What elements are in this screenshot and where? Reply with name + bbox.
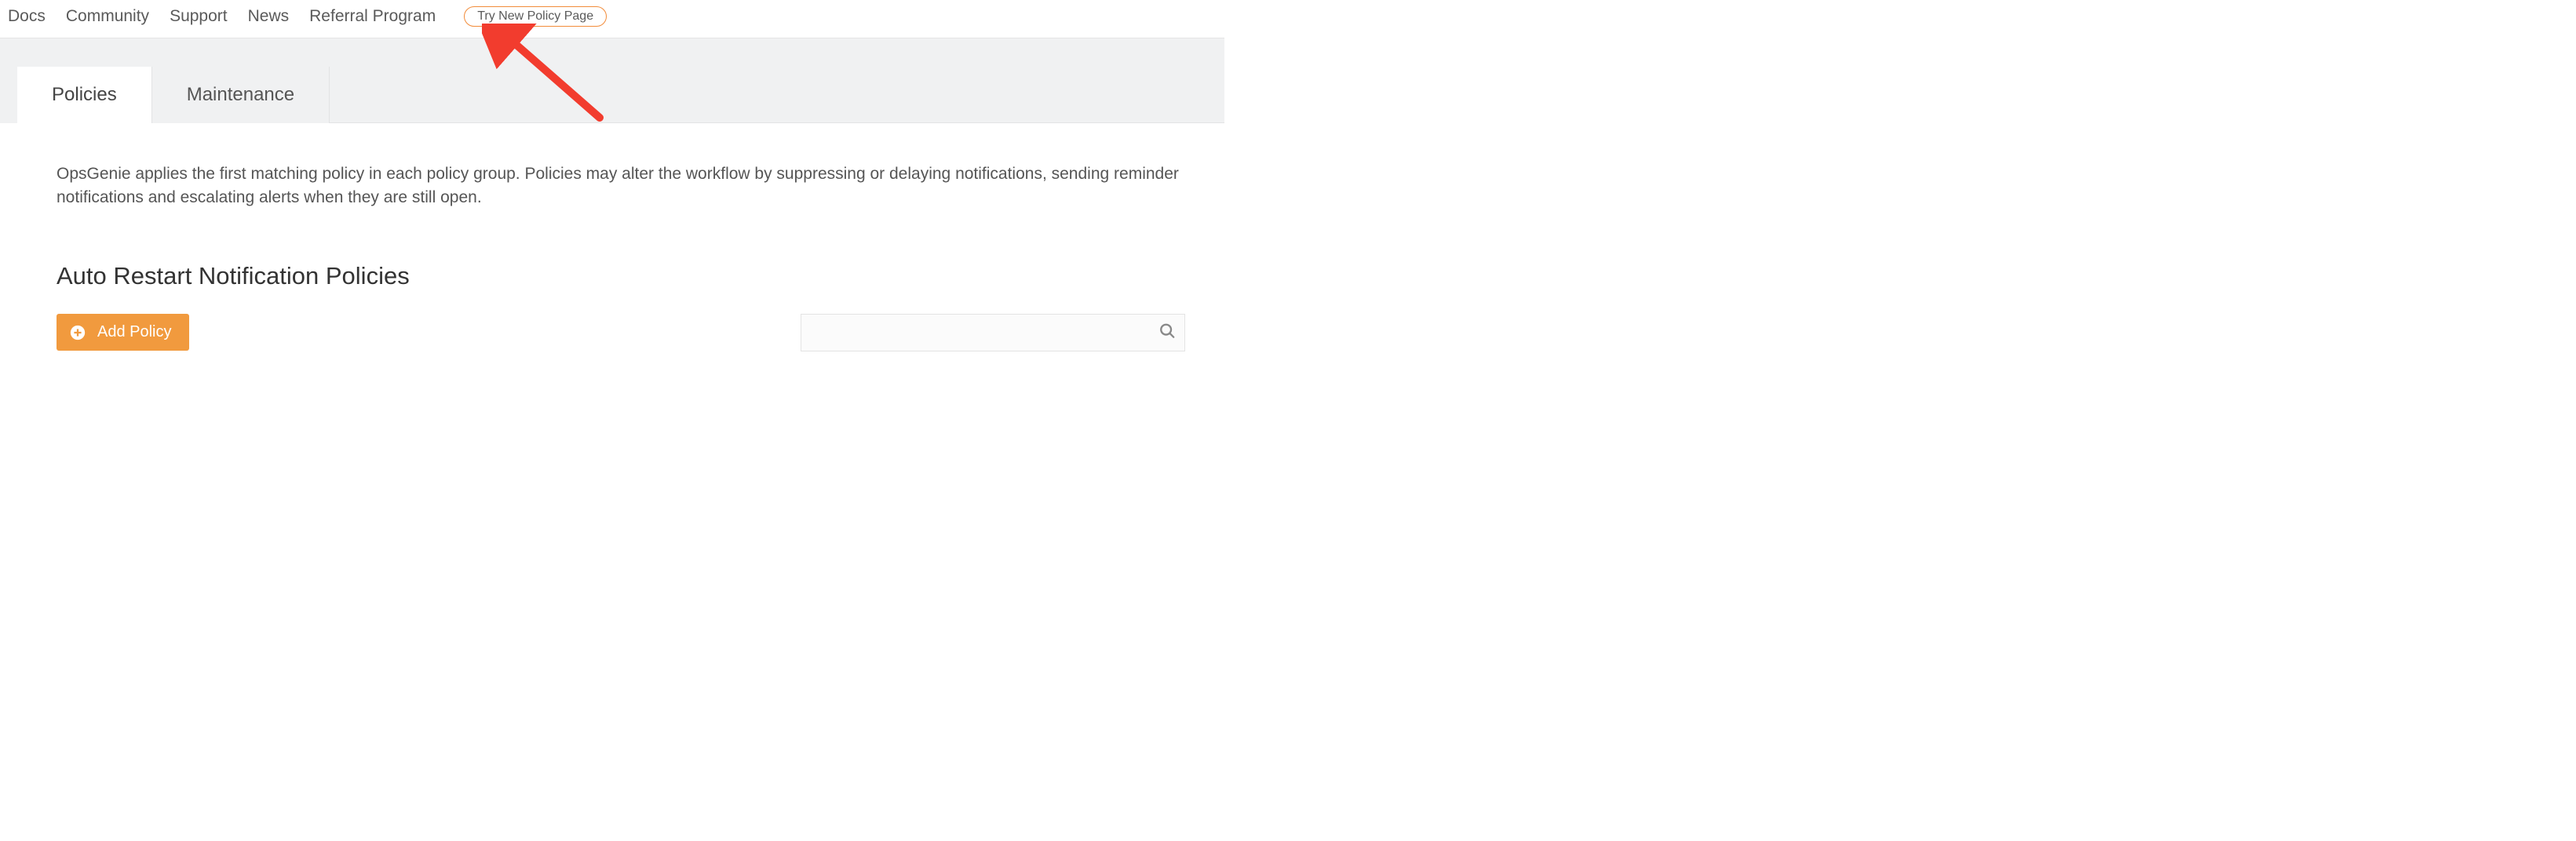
try-new-policy-page-button[interactable]: Try New Policy Page xyxy=(464,6,607,27)
nav-referral-program[interactable]: Referral Program xyxy=(309,7,436,26)
nav-community[interactable]: Community xyxy=(66,7,149,26)
tabs: Policies Maintenance xyxy=(17,67,1224,123)
plus-circle-icon xyxy=(69,324,86,341)
nav-docs[interactable]: Docs xyxy=(8,7,46,26)
tab-policies[interactable]: Policies xyxy=(17,67,152,123)
tab-maintenance[interactable]: Maintenance xyxy=(152,67,330,123)
tab-bar-area: Policies Maintenance xyxy=(0,38,1224,123)
policies-description: OpsGenie applies the first matching poli… xyxy=(57,162,1185,210)
search-icon[interactable] xyxy=(1158,322,1176,343)
top-nav: Docs Community Support News Referral Pro… xyxy=(0,0,1224,38)
tabs-spacer xyxy=(330,67,1224,123)
content-panel: OpsGenie applies the first matching poli… xyxy=(17,123,1224,359)
section-toolbar: Add Policy xyxy=(57,314,1185,351)
section-title: Auto Restart Notification Policies xyxy=(57,262,1185,290)
nav-news[interactable]: News xyxy=(248,7,290,26)
add-policy-label: Add Policy xyxy=(97,323,172,341)
nav-support[interactable]: Support xyxy=(170,7,228,26)
search-input[interactable] xyxy=(801,314,1185,351)
search-wrap xyxy=(801,314,1185,351)
add-policy-button[interactable]: Add Policy xyxy=(57,314,189,351)
